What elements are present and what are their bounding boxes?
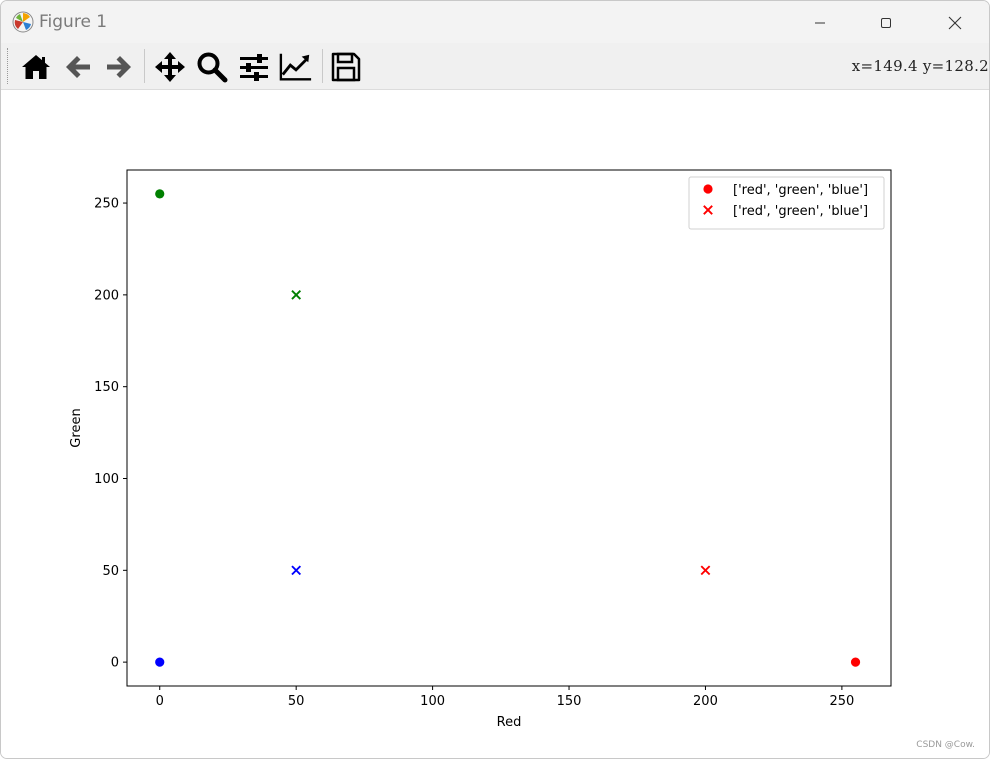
toolbar-separator xyxy=(322,49,323,83)
x-axis-label: Red xyxy=(497,715,522,730)
data-point-dot[interactable] xyxy=(155,657,165,667)
x-tick-label: 100 xyxy=(420,694,445,709)
maximize-icon xyxy=(881,18,891,28)
legend-marker[interactable] xyxy=(703,184,713,194)
save-icon xyxy=(331,52,361,82)
x-tick-label: 150 xyxy=(557,694,582,709)
y-tick-label: 250 xyxy=(94,197,119,212)
figure-window: Figure 1 x=149.4 y=128.2 0 50 100 150 20… xyxy=(0,0,990,759)
x-tick-label: 0 xyxy=(156,694,164,709)
x-tick-label: 50 xyxy=(288,694,305,709)
watermark: CSDN @Cow. xyxy=(916,740,975,750)
figure-canvas[interactable]: 0 50 100 150 200 250 0 50 100 150 200 250 Red Green ['… xyxy=(1,90,989,758)
configure-subplots-button[interactable] xyxy=(237,50,271,84)
axes-frame xyxy=(126,169,892,687)
close-button[interactable] xyxy=(932,9,978,37)
pan-icon xyxy=(155,52,185,82)
data-point-dot[interactable] xyxy=(155,189,165,199)
pan-button[interactable] xyxy=(153,50,187,84)
title-bar: Figure 1 xyxy=(1,1,989,43)
y-tick-label: 200 xyxy=(94,288,119,303)
matplotlib-logo-icon xyxy=(12,11,34,33)
forward-button[interactable] xyxy=(102,50,136,84)
maximize-button[interactable] xyxy=(863,9,909,37)
window-title: Figure 1 xyxy=(39,12,108,32)
y-tick-label: 0 xyxy=(111,656,119,671)
legend-label: ['red', 'green', 'blue'] xyxy=(733,204,868,219)
x-tick-label: 200 xyxy=(693,694,718,709)
edit-axis-icon xyxy=(279,53,312,81)
cursor-coordinates-readout: x=149.4 y=128.2 xyxy=(851,57,989,75)
y-axis-label: Green xyxy=(69,408,84,447)
save-button[interactable] xyxy=(329,50,363,84)
home-button[interactable] xyxy=(19,50,53,84)
configure-subplots-icon xyxy=(240,54,268,81)
close-icon xyxy=(948,16,962,30)
y-tick-label: 150 xyxy=(94,380,119,395)
forward-arrow-icon xyxy=(107,56,131,78)
home-icon xyxy=(22,55,50,79)
back-arrow-icon xyxy=(66,56,90,78)
toolbar-grip[interactable] xyxy=(7,48,11,84)
edit-axis-button[interactable] xyxy=(279,50,313,84)
back-button[interactable] xyxy=(61,50,95,84)
zoom-icon xyxy=(197,52,228,83)
x-tick-label: 250 xyxy=(829,694,854,709)
y-tick-label: 50 xyxy=(102,564,119,579)
scatter-plot[interactable]: 0 50 100 150 200 250 0 50 100 150 200 250 Red Green ['… xyxy=(1,90,989,758)
navigation-toolbar: x=149.4 y=128.2 xyxy=(1,43,989,90)
minimize-icon xyxy=(815,22,825,24)
data-point-dot[interactable] xyxy=(850,657,861,667)
toolbar-separator xyxy=(144,49,145,83)
legend-label: ['red', 'green', 'blue'] xyxy=(733,183,868,198)
y-tick-label: 100 xyxy=(94,472,119,487)
minimize-button[interactable] xyxy=(797,9,843,37)
zoom-button[interactable] xyxy=(195,50,229,84)
